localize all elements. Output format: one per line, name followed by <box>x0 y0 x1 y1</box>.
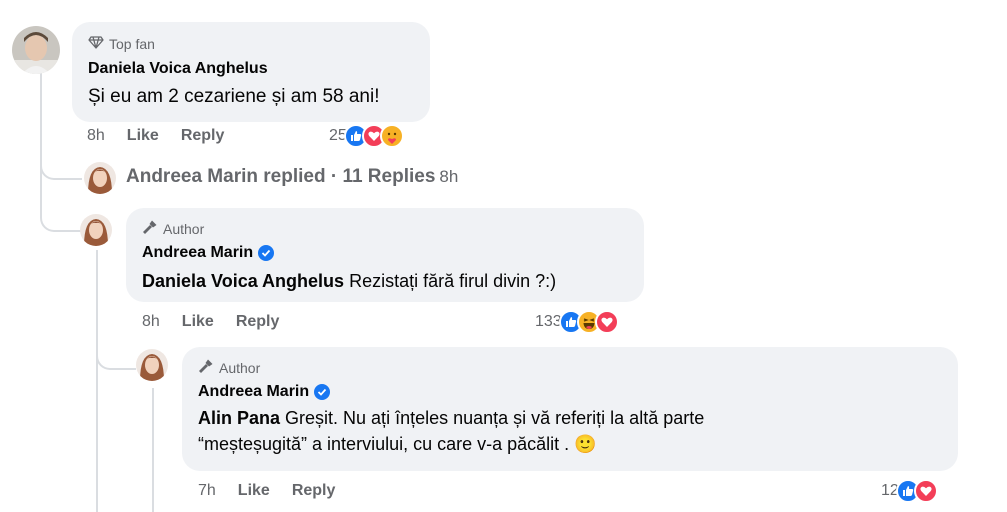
care-icon <box>379 124 404 148</box>
comment-bubble-andreea-1: Author Andreea Marin Daniela Voica Anghe… <box>126 208 644 302</box>
comment-text: Și eu am 2 cezariene și am 58 ani! <box>88 86 380 107</box>
microphone-icon <box>198 358 214 377</box>
love-icon <box>913 479 938 503</box>
thread-connector-reply-1 <box>40 200 82 232</box>
badge-label: Author <box>219 359 261 376</box>
thread-line-reply <box>96 250 98 512</box>
timestamp[interactable]: 8h <box>87 127 105 145</box>
badge-label: Author <box>163 220 205 237</box>
comment-bubble-daniela: Top fan Daniela Voica Anghelus Și eu am … <box>72 22 430 122</box>
diamond-icon <box>88 34 104 53</box>
mention-link[interactable]: Daniela Voica Anghelus <box>142 271 344 291</box>
badge-label: Top fan <box>109 35 155 52</box>
smile-emoji-icon: 🙂 <box>574 434 597 454</box>
comment-actions: 8h Like Reply <box>87 127 224 145</box>
replies-timestamp: 8h <box>439 167 459 186</box>
like-button[interactable]: Like <box>238 482 270 500</box>
reactions-summary[interactable]: 25 <box>329 124 404 148</box>
author-link[interactable]: Daniela Voica Anghelus <box>88 60 268 78</box>
microphone-icon <box>142 219 158 238</box>
avatar-andreea-small[interactable] <box>84 162 116 194</box>
comment-body-line2: “meșteșugită” a interviului, cu care v-a… <box>198 434 575 454</box>
reply-button[interactable]: Reply <box>236 313 280 331</box>
author-link[interactable]: Andreea Marin <box>198 383 309 401</box>
comment-actions: 8h Like Reply <box>142 313 279 331</box>
avatar-daniela[interactable] <box>12 26 60 74</box>
view-replies-link[interactable]: Andreea Marin replied · 11 Replies 8h <box>118 166 458 188</box>
love-icon <box>594 310 619 334</box>
avatar-andreea-nested[interactable] <box>136 349 168 381</box>
comment-text: Alin Pana Greșit. Nu ați înțeles nuanța … <box>198 405 938 457</box>
author-badge: Author <box>142 219 204 238</box>
comment-actions: 7h Like Reply <box>198 482 335 500</box>
thread-connector-replies <box>40 150 82 180</box>
comment-body-line1: Greșit. Nu ați înțeles nuanța și vă refe… <box>280 408 705 428</box>
reactions-summary[interactable]: 133 <box>535 310 619 334</box>
comment-bubble-andreea-2: Author Andreea Marin Alin Pana Greșit. N… <box>182 347 958 471</box>
author-name[interactable]: Daniela Voica Anghelus <box>88 60 268 78</box>
author-link[interactable]: Andreea Marin <box>142 244 253 262</box>
author-name[interactable]: Andreea Marin <box>198 383 331 401</box>
comment-body: Rezistați fără firul divin ?:) <box>344 271 557 291</box>
top-fan-badge: Top fan <box>88 34 155 53</box>
thread-line-nested <box>152 388 154 512</box>
reply-button[interactable]: Reply <box>181 127 225 145</box>
reaction-count: 133 <box>535 313 562 330</box>
timestamp[interactable]: 8h <box>142 313 160 331</box>
author-badge: Author <box>198 358 260 377</box>
reactions-summary[interactable]: 12 <box>881 479 938 503</box>
verified-badge-icon <box>258 245 275 261</box>
reply-button[interactable]: Reply <box>292 482 336 500</box>
like-button[interactable]: Like <box>127 127 159 145</box>
timestamp[interactable]: 7h <box>198 482 216 500</box>
verified-badge-icon <box>314 384 331 400</box>
like-button[interactable]: Like <box>182 313 214 331</box>
replies-text[interactable]: Andreea Marin replied · 11 Replies <box>126 166 435 188</box>
author-name[interactable]: Andreea Marin <box>142 244 275 262</box>
avatar-andreea[interactable] <box>80 214 112 246</box>
comment-text: Daniela Voica Anghelus Rezistați fără fi… <box>142 268 556 294</box>
mention-link[interactable]: Alin Pana <box>198 408 280 428</box>
thread-connector-reply-2 <box>96 340 136 370</box>
